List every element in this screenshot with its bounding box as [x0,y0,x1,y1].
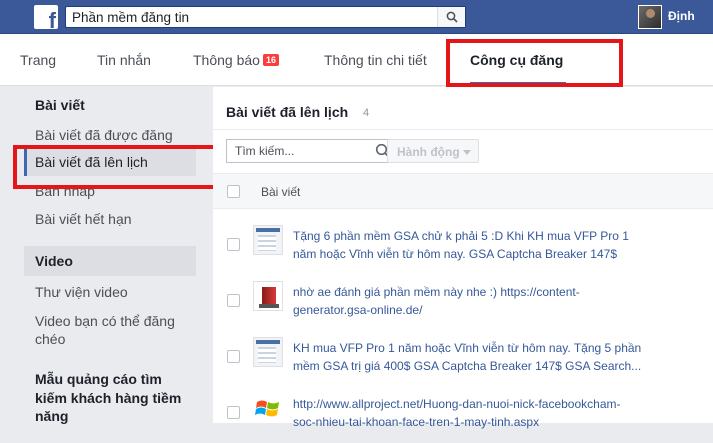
highlight-box-sidebar [13,145,217,189]
highlight-box-tab [446,39,623,87]
search-input[interactable]: Phần mềm đăng tin [65,6,466,28]
post-text-line: mềm GSA trị giá 400$ GSA Captcha Breaker… [293,359,642,373]
scheduled-posts-panel: Bài viết đã lên lịch 4 Tìm kiếm... Hành … [213,87,713,429]
tab-inbox[interactable]: Tin nhắn [97,52,151,68]
facebook-logo-letter: f [48,8,56,33]
select-all-checkbox[interactable] [227,185,240,198]
table-row[interactable]: KH mua VFP Pro 1 năm hoặc Vĩnh viễn từ h… [213,331,713,387]
top-navigation-bar: f Phần mềm đăng tin Định [0,0,713,34]
panel-divider [213,129,713,130]
tab-notifications[interactable]: Thông báo 16 [193,52,279,68]
post-thumbnail [253,337,283,367]
post-thumbnail [253,225,283,255]
post-text-line: năm hoặc Vĩnh viễn từ hôm nay. GSA Captc… [293,247,617,261]
tab-page[interactable]: Trang [20,52,56,68]
post-search-input[interactable]: Tìm kiếm... [226,139,396,163]
post-text-line: soc-nhieu-tai-khoan-face-tren-1-may-tinh… [293,415,540,429]
post-thumbnail [253,393,283,423]
table-header: Bài viết [213,173,713,209]
chevron-down-icon [463,150,471,155]
panel-title: Bài viết đã lên lịch [226,104,349,120]
sidebar-item-published-posts[interactable]: Bài viết đã được đăng [35,127,173,143]
sidebar-section-lead-ads-line2: kiếm khách hàng tiềm [35,390,182,406]
row-checkbox[interactable] [227,350,240,363]
post-text-link[interactable]: Tặng 6 phần mềm GSA chử k phải 5 :D Khi … [293,227,698,263]
tab-insights[interactable]: Thông tin chi tiết [324,52,427,68]
post-text-line: generator.gsa-online.de/ [293,303,423,317]
panel-count: 4 [363,107,370,119]
column-header-post: Bài viết [261,185,301,199]
post-text-link[interactable]: http://www.allproject.net/Huong-dan-nuoi… [293,395,698,431]
sidebar-section-lead-ads-line1: Mẫu quảng cáo tìm [35,371,162,387]
search-input-value: Phần mềm đăng tin [72,10,190,25]
tab-notifications-label: Thông báo [193,52,260,68]
sidebar-section-posts: Bài viết [35,97,85,113]
sidebar-item-expired-posts[interactable]: Bài viết hết hạn [35,211,132,227]
search-button[interactable] [437,7,465,27]
profile-name-link[interactable]: Định [668,9,695,23]
sidebar-section-lead-ads-line3: năng [35,408,69,424]
post-text-link[interactable]: KH mua VFP Pro 1 năm hoặc Vĩnh viễn từ h… [293,339,698,375]
post-text-line: Tặng 6 phần mềm GSA chử k phải 5 :D Khi … [293,229,629,243]
search-icon [446,11,458,23]
sidebar-item-crosspost-videos[interactable]: Video bạn có thể đăng chéo [35,312,195,348]
row-checkbox[interactable] [227,238,240,251]
post-text-line: nhờ ae đánh giá phần mềm này nhe :) http… [293,285,580,299]
actions-dropdown-button[interactable]: Hành động [387,139,479,163]
row-checkbox[interactable] [227,406,240,419]
post-thumbnail [253,281,283,311]
post-text-line: http://www.allproject.net/Huong-dan-nuoi… [293,397,621,411]
post-search-placeholder: Tìm kiếm... [235,144,295,158]
facebook-logo-icon[interactable]: f [34,5,58,33]
sidebar-section-video[interactable]: Video [35,253,73,269]
notification-count-badge: 16 [262,54,279,66]
actions-dropdown-label: Hành động [397,145,460,159]
table-row[interactable]: Tặng 6 phần mềm GSA chử k phải 5 :D Khi … [213,219,713,275]
post-text-line: KH mua VFP Pro 1 năm hoặc Vĩnh viễn từ h… [293,341,642,355]
row-checkbox[interactable] [227,294,240,307]
post-text-link[interactable]: nhờ ae đánh giá phần mềm này nhe :) http… [293,283,698,319]
windows-logo-icon [255,400,279,417]
table-row[interactable]: nhờ ae đánh giá phần mềm này nhe :) http… [213,275,713,331]
table-row[interactable]: http://www.allproject.net/Huong-dan-nuoi… [213,387,713,443]
sidebar-item-video-library[interactable]: Thư viện video [35,284,128,300]
profile-avatar[interactable] [638,5,662,29]
